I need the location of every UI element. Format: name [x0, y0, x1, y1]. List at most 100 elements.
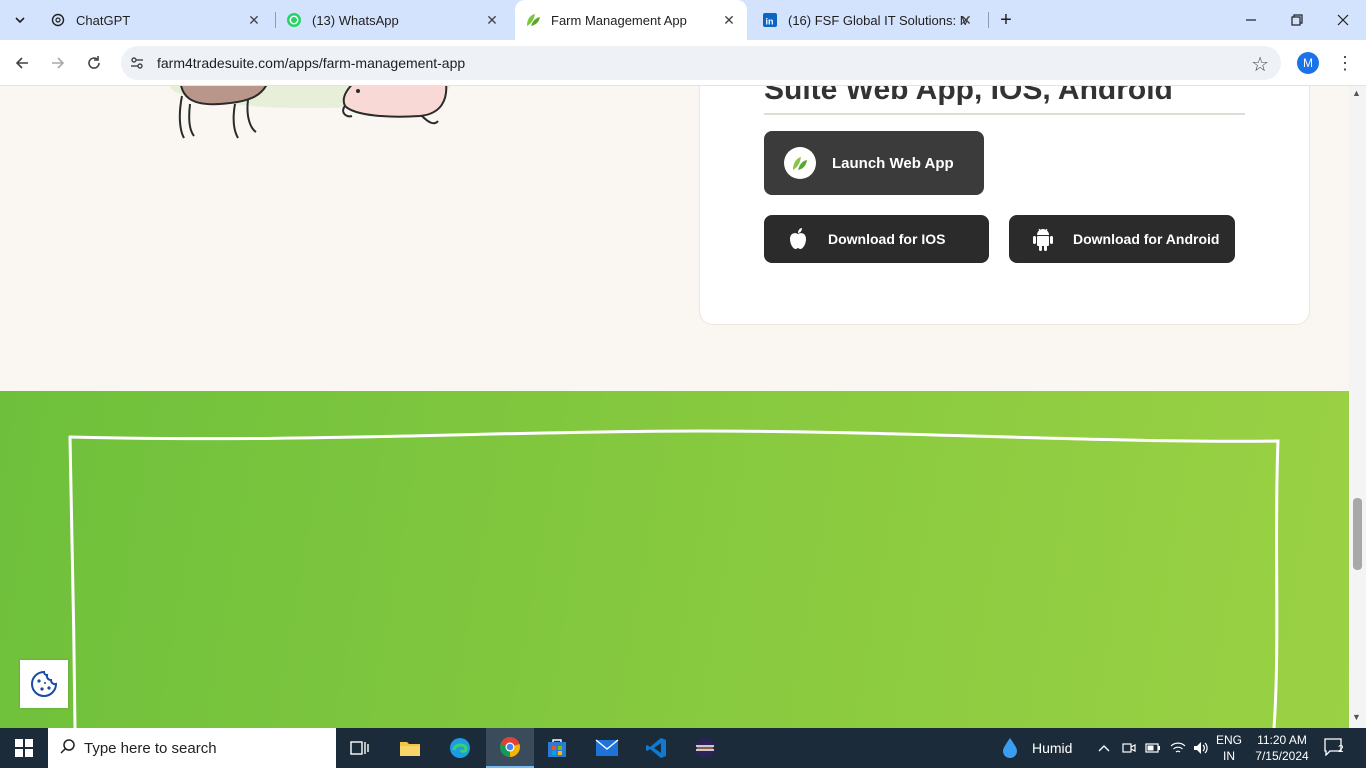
- browser-menu-icon[interactable]: ⋮: [1336, 51, 1354, 75]
- scroll-down-icon[interactable]: ▼: [1352, 712, 1361, 722]
- address-bar[interactable]: farm4tradesuite.com/apps/farm-management…: [121, 46, 1281, 80]
- battery-tray-button[interactable]: [1145, 728, 1161, 768]
- divider: [764, 113, 1245, 115]
- minimize-button[interactable]: [1228, 0, 1274, 40]
- web-page: Suite Web App, IOS, Android Launch Web A…: [0, 86, 1349, 728]
- minimize-icon: [1246, 19, 1256, 21]
- site-info-icon[interactable]: [129, 55, 145, 71]
- new-tab-button[interactable]: +: [996, 10, 1016, 30]
- notification-count: 2: [1338, 744, 1344, 755]
- eclipse-icon: [695, 738, 715, 758]
- show-hidden-icons-button[interactable]: [1098, 728, 1110, 768]
- windows-logo-icon: [15, 739, 33, 757]
- tab-search-button[interactable]: [8, 8, 32, 32]
- green-section: [0, 391, 1349, 728]
- download-card: Suite Web App, IOS, Android Launch Web A…: [699, 86, 1310, 325]
- store-button[interactable]: [533, 728, 581, 768]
- network-tray-button[interactable]: [1170, 728, 1186, 768]
- close-window-button[interactable]: [1320, 0, 1366, 40]
- farm-animals-illustration: [170, 86, 450, 139]
- tab-separator: [275, 12, 276, 28]
- download-android-label: Download for Android: [1073, 231, 1220, 247]
- meet-now-tray-button[interactable]: [1122, 728, 1136, 768]
- scroll-up-icon[interactable]: ▲: [1352, 88, 1361, 98]
- start-button[interactable]: [0, 728, 48, 768]
- tab-strip: ChatGPT ✕ (13) WhatsApp ✕ Farm Managemen…: [0, 0, 1366, 40]
- tab-title: Farm Management App: [551, 12, 687, 28]
- lang-region: IN: [1223, 749, 1235, 763]
- leaf-icon: [525, 12, 541, 28]
- tab-title: (13) WhatsApp: [312, 12, 399, 28]
- download-ios-button[interactable]: Download for IOS: [764, 215, 989, 263]
- chrome-icon: [500, 737, 520, 757]
- scrollbar-thumb[interactable]: [1353, 498, 1362, 570]
- whatsapp-icon: [286, 12, 302, 28]
- search-icon: [60, 738, 76, 759]
- weather-widget[interactable]: Humid: [1000, 728, 1072, 768]
- lang-code: ENG: [1216, 733, 1243, 747]
- weather-label: Humid: [1032, 740, 1073, 756]
- svg-text:in: in: [766, 17, 774, 27]
- forward-arrow-icon: [52, 57, 65, 69]
- wifi-icon: [1170, 742, 1186, 753]
- battery-icon: [1145, 743, 1160, 753]
- folder-icon: [400, 742, 420, 756]
- close-tab-icon[interactable]: ✕: [246, 12, 262, 28]
- taskbar-search-box[interactable]: Type here to search: [48, 728, 336, 768]
- store-icon: [548, 739, 566, 757]
- input-language-button[interactable]: ENG IN: [1216, 732, 1242, 764]
- notification-center-button[interactable]: 2: [1324, 738, 1344, 759]
- edge-button[interactable]: [436, 728, 484, 768]
- chevron-down-icon: [15, 17, 25, 24]
- reload-icon: [88, 56, 100, 69]
- tab-whatsapp[interactable]: (13) WhatsApp ✕: [278, 0, 510, 40]
- android-icon: [1031, 227, 1055, 251]
- mail-button[interactable]: [583, 728, 631, 768]
- file-explorer-button[interactable]: [386, 728, 434, 768]
- search-placeholder: Type here to search: [84, 739, 217, 757]
- clock-time: 11:20 AM: [1257, 733, 1307, 747]
- humidity-drop-icon: [1003, 738, 1017, 758]
- linkedin-icon: in: [762, 12, 778, 28]
- back-arrow-icon: [15, 57, 28, 69]
- tab-farm-management[interactable]: Farm Management App ✕: [515, 0, 747, 40]
- chatgpt-icon: [50, 12, 66, 28]
- task-view-button[interactable]: [336, 728, 384, 768]
- cookie-icon: [31, 670, 58, 697]
- tab-title: (16) FSF Global IT Solutions: My: [788, 12, 968, 28]
- clock-date: 7/15/2024: [1255, 749, 1309, 763]
- back-button[interactable]: [10, 51, 34, 75]
- windows-taskbar: Type here to search Humid ENG IN 11:20 A…: [0, 728, 1366, 768]
- profile-avatar[interactable]: M: [1297, 52, 1319, 74]
- edge-icon: [450, 738, 470, 758]
- vscode-icon: [646, 738, 666, 758]
- bookmark-star-icon[interactable]: ☆: [1251, 52, 1269, 77]
- chevron-up-icon: [1098, 745, 1110, 752]
- clock[interactable]: 11:20 AM 7/15/2024: [1250, 732, 1314, 764]
- tab-linkedin[interactable]: in (16) FSF Global IT Solutions: My ✕: [752, 0, 984, 40]
- tab-separator: [988, 12, 989, 28]
- task-view-icon: [350, 741, 369, 755]
- volume-tray-button[interactable]: [1193, 728, 1209, 768]
- restore-button[interactable]: [1274, 0, 1320, 40]
- chrome-button[interactable]: [486, 728, 534, 768]
- vscode-button[interactable]: [632, 728, 680, 768]
- launch-web-app-button[interactable]: Launch Web App: [764, 131, 984, 195]
- leaf-icon: [784, 147, 816, 179]
- close-tab-icon[interactable]: ✕: [958, 12, 974, 28]
- download-android-button[interactable]: Download for Android: [1009, 215, 1235, 263]
- hand-drawn-frame: [68, 429, 1280, 728]
- speaker-icon: [1194, 742, 1208, 754]
- forward-button[interactable]: [46, 51, 70, 75]
- card-heading: Suite Web App, IOS, Android: [764, 86, 1173, 106]
- url-text[interactable]: farm4tradesuite.com/apps/farm-management…: [157, 55, 465, 71]
- close-tab-icon[interactable]: ✕: [721, 12, 737, 28]
- close-tab-icon[interactable]: ✕: [484, 12, 500, 28]
- cookie-settings-button[interactable]: [20, 660, 68, 708]
- download-ios-label: Download for IOS: [828, 231, 946, 247]
- tab-title: ChatGPT: [76, 12, 131, 28]
- tab-chatgpt[interactable]: ChatGPT ✕: [40, 0, 272, 40]
- page-scrollbar[interactable]: ▲ ▼: [1349, 86, 1366, 728]
- eclipse-button[interactable]: [681, 728, 729, 768]
- reload-button[interactable]: [82, 51, 106, 75]
